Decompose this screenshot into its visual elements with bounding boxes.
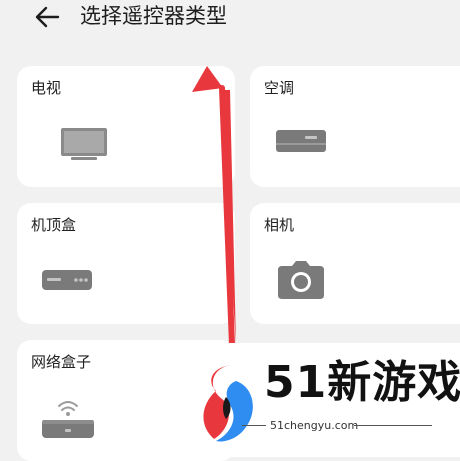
watermark-overlay: 51新游戏 51chengyu.com — [182, 343, 460, 457]
set-top-box-icon — [42, 270, 92, 290]
card-set-top-box[interactable]: 机顶盒 — [17, 203, 235, 324]
card-camera[interactable]: 相机 — [250, 203, 460, 324]
page-title: 选择遥控器类型 — [80, 4, 227, 28]
network-box-icon — [42, 401, 94, 438]
s-logo-icon — [203, 365, 253, 442]
card-label: 机顶盒 — [31, 216, 77, 234]
divider — [242, 425, 266, 426]
card-tv[interactable]: 电视 — [17, 66, 235, 187]
air-conditioner-icon — [276, 130, 326, 152]
card-air-conditioner[interactable]: 空调 — [250, 66, 460, 187]
watermark-name: 51新游戏 — [264, 357, 460, 408]
card-label: 空调 — [264, 79, 295, 97]
card-label: 电视 — [31, 79, 62, 97]
arrow-left-icon[interactable] — [30, 3, 64, 31]
watermark-url: 51chengyu.com — [270, 419, 359, 432]
camera-icon — [278, 261, 324, 299]
card-label: 网络盒子 — [31, 353, 92, 371]
header-bar: 选择遥控器类型 — [0, 0, 460, 44]
tv-icon — [61, 128, 107, 160]
card-label: 相机 — [264, 216, 295, 234]
divider — [354, 425, 432, 426]
